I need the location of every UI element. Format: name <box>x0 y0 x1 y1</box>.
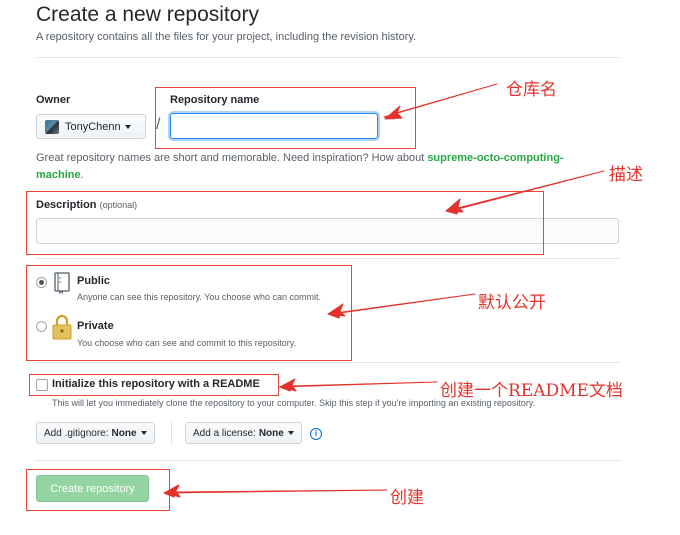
annotation-repo-name: 仓库名 <box>506 80 557 100</box>
arrow-description <box>445 170 605 215</box>
annotation-visibility: 默认公开 <box>478 293 546 313</box>
arrow-create <box>163 489 388 498</box>
annotation-readme: 创建一个README文档 <box>440 381 623 401</box>
arrow-repo-name <box>383 83 498 120</box>
annotation-create: 创建 <box>390 488 424 508</box>
arrow-readme <box>279 381 438 392</box>
annotation-arrows <box>163 83 605 498</box>
arrow-visibility <box>327 293 476 319</box>
annotation-description: 描述 <box>609 165 643 185</box>
